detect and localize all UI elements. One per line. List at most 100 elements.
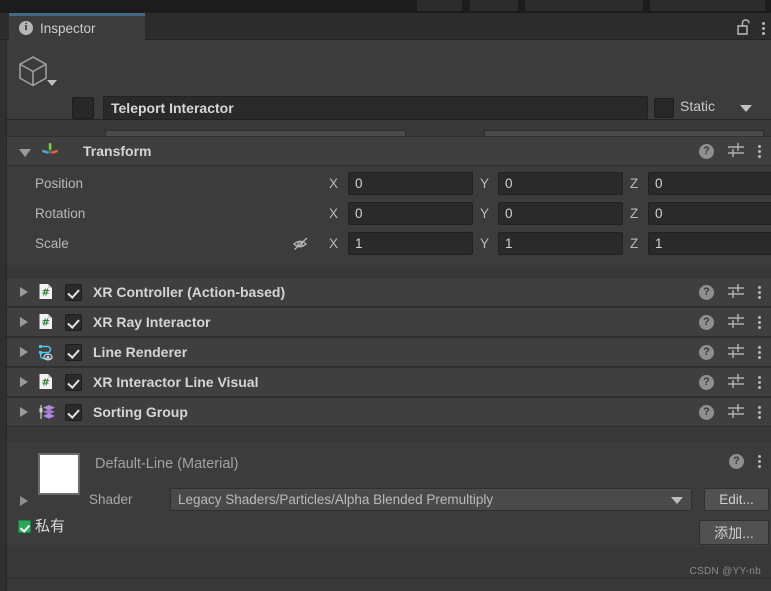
- component-title: XR Interactor Line Visual: [93, 374, 259, 390]
- position-y-input[interactable]: 0: [498, 172, 623, 195]
- shader-dropdown[interactable]: Legacy Shaders/Particles/Alpha Blended P…: [170, 488, 692, 511]
- component-enabled-checkbox[interactable]: [65, 403, 82, 421]
- axis-x-label: X: [329, 236, 339, 251]
- transform-body: Position X 0 Y 0 Z 0 Rotation X 0 Y 0 Z …: [7, 166, 771, 265]
- material-title: Default-Line (Material): [95, 456, 239, 472]
- help-icon[interactable]: ?: [699, 374, 714, 390]
- component-transform: Transform ? Position X 0 Y 0 Z 0 Rotatio…: [7, 136, 771, 265]
- transform-title: Transform: [83, 143, 152, 159]
- unlock-icon[interactable]: [735, 18, 750, 38]
- component-enabled-checkbox[interactable]: [65, 343, 82, 361]
- csharp-script-icon: #: [38, 373, 56, 391]
- component-title: XR Controller (Action-based): [93, 284, 286, 300]
- transform-axis-icon: [41, 142, 59, 160]
- foldout-open-icon[interactable]: [19, 148, 31, 157]
- kebab-menu-icon[interactable]: [758, 315, 761, 329]
- kebab-menu-icon[interactable]: [758, 345, 761, 359]
- preset-icon[interactable]: [728, 373, 744, 391]
- preset-icon[interactable]: [728, 343, 744, 361]
- axis-x-label: X: [329, 176, 339, 191]
- rotation-x-input[interactable]: 0: [348, 202, 473, 225]
- cube-dropdown-icon[interactable]: [47, 80, 57, 86]
- scale-z-input[interactable]: 1: [648, 232, 771, 255]
- shader-label: Shader: [89, 492, 133, 507]
- svg-text:#: #: [42, 378, 50, 389]
- svg-text:#: #: [42, 288, 50, 299]
- axis-y-label: Y: [480, 176, 490, 191]
- preset-icon[interactable]: [728, 283, 744, 301]
- static-checkbox[interactable]: [654, 98, 674, 118]
- help-icon[interactable]: ?: [729, 453, 744, 469]
- component-row-xr-interactor-line-visual[interactable]: # XR Interactor Line Visual ?: [7, 367, 771, 397]
- preset-icon[interactable]: [728, 142, 744, 160]
- preset-icon[interactable]: [728, 313, 744, 331]
- axis-z-label: Z: [630, 206, 639, 221]
- unity-inspector-window: i Inspector Teleport Interactor Static T…: [0, 0, 771, 591]
- foldout-closed-icon[interactable]: [20, 407, 28, 417]
- line-renderer-icon: [38, 343, 56, 361]
- transform-actions: ?: [699, 137, 761, 165]
- kebab-menu-icon[interactable]: [758, 144, 761, 158]
- bottom-divider: [7, 578, 771, 579]
- component-title: XR Ray Interactor: [93, 314, 211, 330]
- kebab-menu-icon[interactable]: [758, 375, 761, 389]
- toolbar-button-2[interactable]: [470, 0, 518, 11]
- material-preview-swatch[interactable]: [38, 453, 80, 495]
- transform-header[interactable]: Transform ?: [7, 136, 771, 166]
- foldout-closed-icon[interactable]: [20, 317, 28, 327]
- material-body: Default-Line (Material) ? Shader Legacy …: [7, 442, 771, 545]
- svg-text:#: #: [42, 318, 50, 329]
- component-row-xr-controller[interactable]: # XR Controller (Action-based) ?: [7, 277, 771, 307]
- panel-left-rail: [0, 40, 7, 591]
- foldout-closed-icon[interactable]: [20, 377, 28, 387]
- scale-y-input[interactable]: 1: [498, 232, 623, 255]
- component-row-line-renderer[interactable]: Line Renderer ?: [7, 337, 771, 367]
- toolbar-button-4[interactable]: [650, 0, 765, 11]
- rotation-y-input[interactable]: 0: [498, 202, 623, 225]
- edit-shader-button[interactable]: Edit...: [704, 488, 769, 511]
- kebab-menu-icon[interactable]: [758, 454, 761, 468]
- gameobject-name-input[interactable]: Teleport Interactor: [103, 96, 648, 120]
- gameobject-header: Teleport Interactor Static Tag Untagged …: [0, 40, 771, 152]
- help-icon[interactable]: ?: [699, 344, 714, 360]
- material-foldout-icon[interactable]: [20, 496, 28, 506]
- rotation-label: Rotation: [35, 206, 86, 221]
- material-actions: ?: [729, 452, 761, 470]
- scale-label: Scale: [35, 236, 69, 251]
- axis-z-label: Z: [630, 176, 639, 191]
- static-dropdown-icon[interactable]: [740, 105, 752, 112]
- component-row-sorting-group[interactable]: Sorting Group ?: [7, 397, 771, 427]
- tab-inspector[interactable]: i Inspector: [9, 16, 145, 40]
- constrain-proportions-off-icon[interactable]: [292, 235, 312, 255]
- component-enabled-checkbox[interactable]: [65, 373, 82, 391]
- foldout-closed-icon[interactable]: [20, 287, 28, 297]
- toolbar-button-1[interactable]: [417, 0, 462, 11]
- cube-icon[interactable]: [16, 54, 50, 91]
- transform-row-position: Position X 0 Y 0 Z 0: [7, 172, 771, 197]
- position-z-input[interactable]: 0: [648, 172, 771, 195]
- help-icon[interactable]: ?: [699, 143, 714, 159]
- toolbar-button-3[interactable]: [525, 0, 643, 11]
- kebab-menu-icon[interactable]: [758, 405, 761, 419]
- private-checkbox[interactable]: [18, 520, 31, 533]
- help-icon[interactable]: ?: [699, 314, 714, 330]
- kebab-menu-icon[interactable]: [758, 285, 761, 299]
- axis-x-label: X: [329, 206, 339, 221]
- help-icon[interactable]: ?: [699, 284, 714, 300]
- add-component-button[interactable]: 添加...: [699, 520, 769, 545]
- help-icon[interactable]: ?: [699, 404, 714, 420]
- axis-y-label: Y: [480, 206, 490, 221]
- component-enabled-checkbox[interactable]: [65, 283, 82, 301]
- scale-x-input[interactable]: 1: [348, 232, 473, 255]
- component-row-xr-ray-interactor[interactable]: # XR Ray Interactor ?: [7, 307, 771, 337]
- rotation-z-input[interactable]: 0: [648, 202, 771, 225]
- component-enabled-checkbox[interactable]: [65, 313, 82, 331]
- static-label: Static: [680, 98, 716, 114]
- kebab-menu-icon[interactable]: [762, 21, 765, 35]
- gameobject-enabled-checkbox[interactable]: [72, 97, 94, 119]
- foldout-closed-icon[interactable]: [20, 347, 28, 357]
- tab-inspector-label: Inspector: [40, 20, 96, 36]
- csharp-script-icon: #: [38, 313, 56, 331]
- position-x-input[interactable]: 0: [348, 172, 473, 195]
- preset-icon[interactable]: [728, 403, 744, 421]
